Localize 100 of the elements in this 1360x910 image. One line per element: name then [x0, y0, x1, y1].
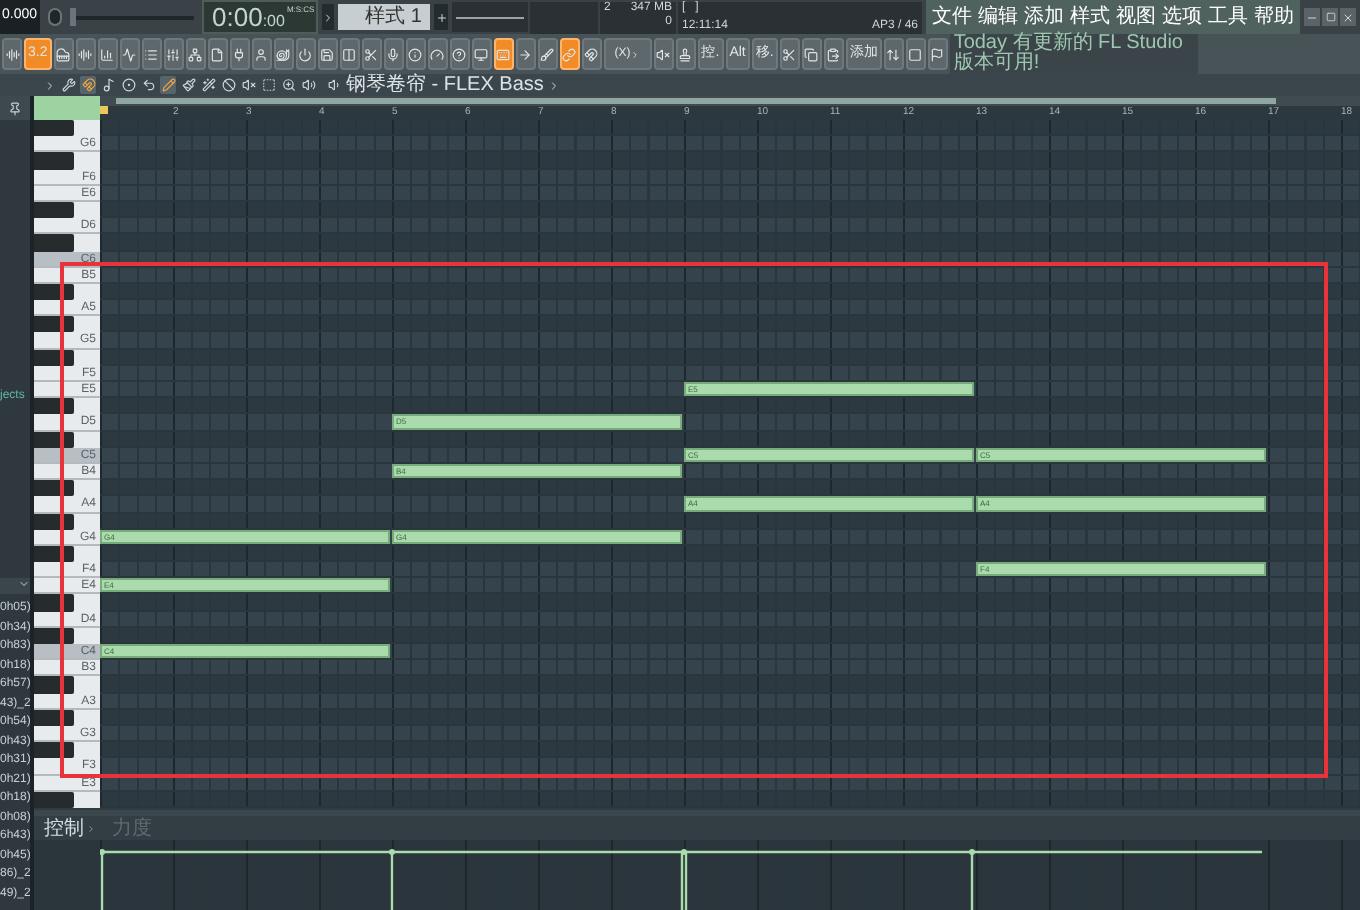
toolbar-button[interactable] — [185, 38, 206, 70]
toolbar-button[interactable] — [207, 38, 228, 70]
caret-icon — [630, 49, 641, 59]
plug-icon — [232, 47, 247, 61]
menu-item[interactable]: 选项 — [1162, 5, 1202, 29]
keyboard-icon — [496, 47, 511, 61]
menu-item[interactable]: 文件 — [932, 5, 972, 29]
magnet-icon — [584, 47, 599, 61]
copy-icon — [804, 47, 819, 61]
speaker-icon — [301, 78, 315, 92]
toolbar-button[interactable] — [251, 38, 272, 70]
master-slider[interactable] — [70, 8, 194, 26]
tool-button[interactable] — [240, 76, 256, 94]
toolbar-button[interactable] — [427, 38, 448, 70]
tool-button[interactable] — [80, 76, 96, 94]
toolbar-button[interactable] — [405, 38, 426, 70]
sliders-icon — [166, 47, 181, 61]
sharp-key[interactable] — [34, 480, 74, 497]
toolbar-button[interactable] — [339, 38, 360, 70]
paste-icon — [826, 47, 841, 61]
toolbar-button[interactable] — [905, 38, 926, 70]
tool-button[interactable] — [200, 76, 216, 94]
scissors-icon — [364, 47, 379, 61]
toolbar-button[interactable] — [559, 38, 580, 70]
save-icon — [320, 47, 335, 61]
menu-item[interactable]: 添加 — [1024, 5, 1064, 29]
up-down-arrows-icon — [886, 47, 901, 61]
toolbar-button[interactable] — [537, 38, 558, 70]
toolbar-button[interactable] — [653, 38, 674, 70]
news-panel[interactable]: Today 有更新的 FL Studio 版本可用! — [949, 34, 1198, 74]
slider-thumb[interactable] — [70, 8, 76, 26]
power-icon — [298, 47, 313, 61]
toolbar-button[interactable] — [383, 38, 404, 70]
toolbar-button[interactable] — [97, 38, 118, 70]
toolbar-button[interactable] — [361, 38, 382, 70]
toolbar-button[interactable] — [119, 38, 140, 70]
sharp-key[interactable] — [34, 742, 74, 759]
sharp-key[interactable] — [34, 398, 74, 415]
scissors-icon — [782, 47, 797, 61]
tool-button[interactable] — [220, 76, 236, 94]
toolbar-button[interactable] — [317, 38, 338, 70]
toolbar-button[interactable] — [449, 38, 470, 70]
toolbar-button[interactable] — [675, 38, 696, 70]
toolbar-button[interactable] — [163, 38, 184, 70]
pattern-selector[interactable]: 样式 1 — [338, 4, 430, 30]
toolbar-button[interactable] — [273, 38, 294, 70]
tool-button[interactable] — [120, 76, 136, 94]
network-icon — [188, 47, 203, 61]
toolbar-button[interactable] — [295, 38, 316, 70]
sharp-key[interactable] — [34, 316, 74, 333]
brush-icon — [540, 47, 555, 61]
playhead-marker-icon[interactable] — [100, 106, 108, 114]
toolbar-button[interactable] — [515, 38, 536, 70]
tool-button[interactable] — [140, 76, 156, 94]
tool-button[interactable] — [300, 76, 316, 94]
toolbar-button[interactable] — [75, 38, 96, 70]
speaker-icon[interactable] — [328, 78, 342, 92]
menu-item[interactable]: 样式 — [1070, 5, 1110, 29]
toolbar-button[interactable] — [883, 38, 904, 70]
tool-button[interactable] — [100, 76, 116, 94]
toolbar-button[interactable] — [53, 38, 74, 70]
add-pattern-icon[interactable] — [434, 4, 448, 30]
tool-button[interactable] — [160, 76, 176, 94]
arrow-right-icon — [518, 47, 533, 61]
zoom-icon — [281, 78, 295, 92]
toolbar-button[interactable] — [229, 38, 250, 70]
close-icon[interactable] — [1340, 8, 1356, 26]
link-icon — [562, 47, 577, 61]
scrollbar-thumb[interactable] — [116, 98, 1276, 104]
menu-item[interactable]: 帮助 — [1254, 5, 1294, 29]
toolbar-button[interactable] — [2, 38, 22, 70]
list-icon — [144, 47, 159, 61]
toolbar-button[interactable] — [801, 38, 822, 70]
menu-item[interactable]: 工具 — [1208, 5, 1248, 29]
tool-button[interactable] — [60, 76, 76, 94]
time-centiseconds: :00 — [262, 10, 285, 32]
toolbar-button[interactable] — [471, 38, 492, 70]
pin-icon[interactable] — [0, 96, 30, 120]
knob-icon[interactable] — [48, 8, 62, 26]
maximize-icon[interactable] — [1322, 8, 1338, 26]
toolbar-button[interactable] — [581, 38, 602, 70]
toolbar-button[interactable] — [779, 38, 800, 70]
menu-item[interactable]: 视图 — [1116, 5, 1156, 29]
menu-item[interactable]: 编辑 — [978, 5, 1018, 29]
piano-roll-title: 钢琴卷帘 - FLEX Bass — [346, 74, 544, 96]
toolbar-button[interactable] — [823, 38, 844, 70]
wand-icon — [201, 78, 215, 92]
mute-icon — [656, 47, 671, 61]
file-icon — [210, 47, 225, 61]
tool-button[interactable] — [180, 76, 196, 94]
paintbrush-icon — [181, 78, 195, 92]
tool-button[interactable] — [280, 76, 296, 94]
toolbar-button[interactable] — [141, 38, 162, 70]
toolbar-button[interactable] — [927, 38, 948, 70]
sharp-key[interactable] — [34, 120, 74, 137]
activity-icon — [122, 47, 137, 61]
control-label[interactable]: 控制 — [44, 817, 84, 839]
columns-icon — [342, 47, 357, 61]
pencil-icon — [161, 78, 175, 92]
toolbar-button[interactable] — [493, 38, 514, 70]
